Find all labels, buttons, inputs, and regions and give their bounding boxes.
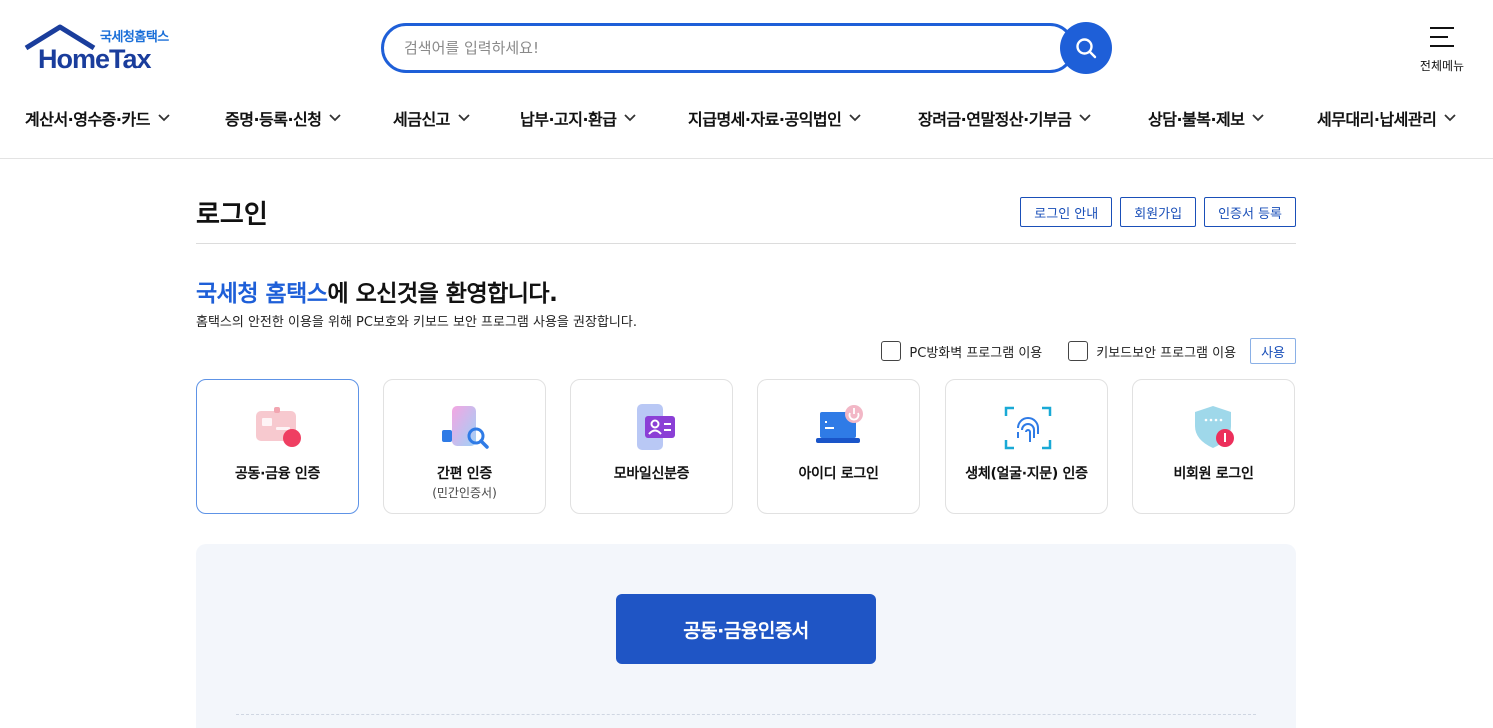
firewall-checkbox[interactable] [881,341,902,361]
card-label: 모바일신분증 [613,466,690,482]
login-top-buttons: 로그인 안내 회원가입 인증서 등록 [1020,197,1296,227]
joint-financial-certificate-button[interactable]: 공동·금융인증서 [616,594,876,664]
page-title: 로그인 [196,200,268,230]
firewall-option[interactable]: PC방화벽 프로그램 이용 [881,341,1042,361]
card-label: 공동·금융 인증 [234,466,321,482]
gnb-item-label: 세금신고 [393,110,450,129]
login-method-joint-certificate[interactable]: 공동·금융 인증 [196,379,359,514]
welcome-brand: 국세청 홈택스 [196,281,328,307]
gnb-item-label: 장려금·연말정산·기부금 [918,110,1072,129]
hamburger-icon [1430,27,1454,47]
login-method-id-login[interactable]: 아이디 로그인 [757,379,920,514]
card-label: 아이디 로그인 [798,466,879,482]
chevron-down-icon [1079,114,1091,122]
laptop-power-icon [816,405,863,443]
all-menu-label: 전체메뉴 [1419,59,1465,73]
use-button[interactable]: 사용 [1250,338,1296,364]
chevron-down-icon [624,114,637,122]
chevron-down-icon [158,114,170,122]
gnb-item-agent[interactable]: 세무대리·납세관리 [1317,100,1456,136]
card-label: 생체(얼굴·지문) 인증 [965,466,1088,482]
login-method-non-member[interactable]: 비회원 로그인 [1132,379,1295,514]
gnb-item-statement[interactable]: 지급명세·자료·공익법인 [688,100,861,136]
login-method-biometric[interactable]: 생체(얼굴·지문) 인증 [945,379,1108,514]
logo-english-text: HomeTax [38,44,152,74]
logo-korean-text: 국세청홈택스 [100,30,169,45]
search-input[interactable] [404,36,1044,60]
login-method-list: 공동·금융 인증 간편 인증 (민간인증서) 모바일신분증 아이디 로그인 생체… [196,379,1296,514]
global-nav: 계산서·영수증·카드 증명·등록·신청 세금신고 납부·고지·환급 지급명세·자… [0,100,1493,136]
search-icon [1076,38,1097,59]
shield-key-icon [1195,406,1234,448]
gnb-item-consult[interactable]: 상담·불복·제보 [1148,100,1265,136]
register-certificate-button[interactable]: 인증서 등록 [1204,197,1296,227]
card-label: 비회원 로그인 [1173,466,1254,482]
chevron-down-icon [1252,114,1265,122]
signup-button[interactable]: 회원가입 [1120,197,1197,227]
gnb-item-label: 증명·등록·신청 [225,110,322,129]
search-button[interactable] [1060,22,1112,74]
gnb-item-certificate[interactable]: 증명·등록·신청 [225,100,342,136]
hometax-logo[interactable]: 국세청홈택스 HomeTax [24,24,180,76]
gnb-item-incentive[interactable]: 장려금·연말정산·기부금 [918,100,1091,136]
chevron-down-icon [849,114,861,122]
gnb-item-label: 지급명세·자료·공익법인 [688,110,842,129]
login-panel: 공동·금융인증서 [196,544,1296,728]
fingerprint-icon [1004,406,1052,450]
all-menu-button[interactable]: 전체메뉴 [1410,24,1474,76]
login-method-simple-auth[interactable]: 간편 인증 (민간인증서) [383,379,546,514]
card-sublabel: (민간인증서) [432,486,497,500]
card-label: 간편 인증 [437,466,492,482]
gnb-item-label: 계산서·영수증·카드 [25,110,150,129]
title-divider [196,243,1296,244]
welcome-text: 에 오신것을 환영합니다. [327,281,558,307]
keyboard-security-label: 키보드보안 프로그램 이용 [1096,345,1237,361]
mobile-id-icon [637,404,675,450]
welcome-subtitle: 홈택스의 안전한 이용을 위해 PC보호와 키보드 보안 프로그램 사용을 권장… [196,315,637,330]
firewall-label: PC방화벽 프로그램 이용 [909,345,1043,361]
gnb-item-label: 납부·고지·환급 [520,110,617,129]
chevron-down-icon [458,114,470,122]
login-guide-button[interactable]: 로그인 안내 [1020,197,1113,227]
security-options: PC방화벽 프로그램 이용 키보드보안 프로그램 이용 사용 [881,338,1296,364]
gnb-item-label: 상담·불복·제보 [1148,110,1245,129]
login-method-mobile-id[interactable]: 모바일신분증 [570,379,733,514]
chevron-down-icon [329,114,342,122]
keyboard-security-checkbox[interactable] [1068,341,1089,361]
chevron-down-icon [1444,114,1456,122]
keyboard-security-option[interactable]: 키보드보안 프로그램 이용 [1068,341,1236,361]
gnb-item-tax-report[interactable]: 세금신고 [393,100,470,136]
gnb-item-label: 세무대리·납세관리 [1317,110,1437,129]
gnb-item-payment[interactable]: 납부·고지·환급 [520,100,637,136]
simple-auth-search-icon [442,406,489,449]
panel-divider [236,714,1256,715]
header-divider [0,158,1493,159]
search-bar [381,23,1075,73]
welcome-heading: 국세청 홈택스에 오신것을 환영합니다. [196,274,558,308]
gnb-item-invoice[interactable]: 계산서·영수증·카드 [25,100,170,136]
certificate-card-icon [256,407,301,447]
